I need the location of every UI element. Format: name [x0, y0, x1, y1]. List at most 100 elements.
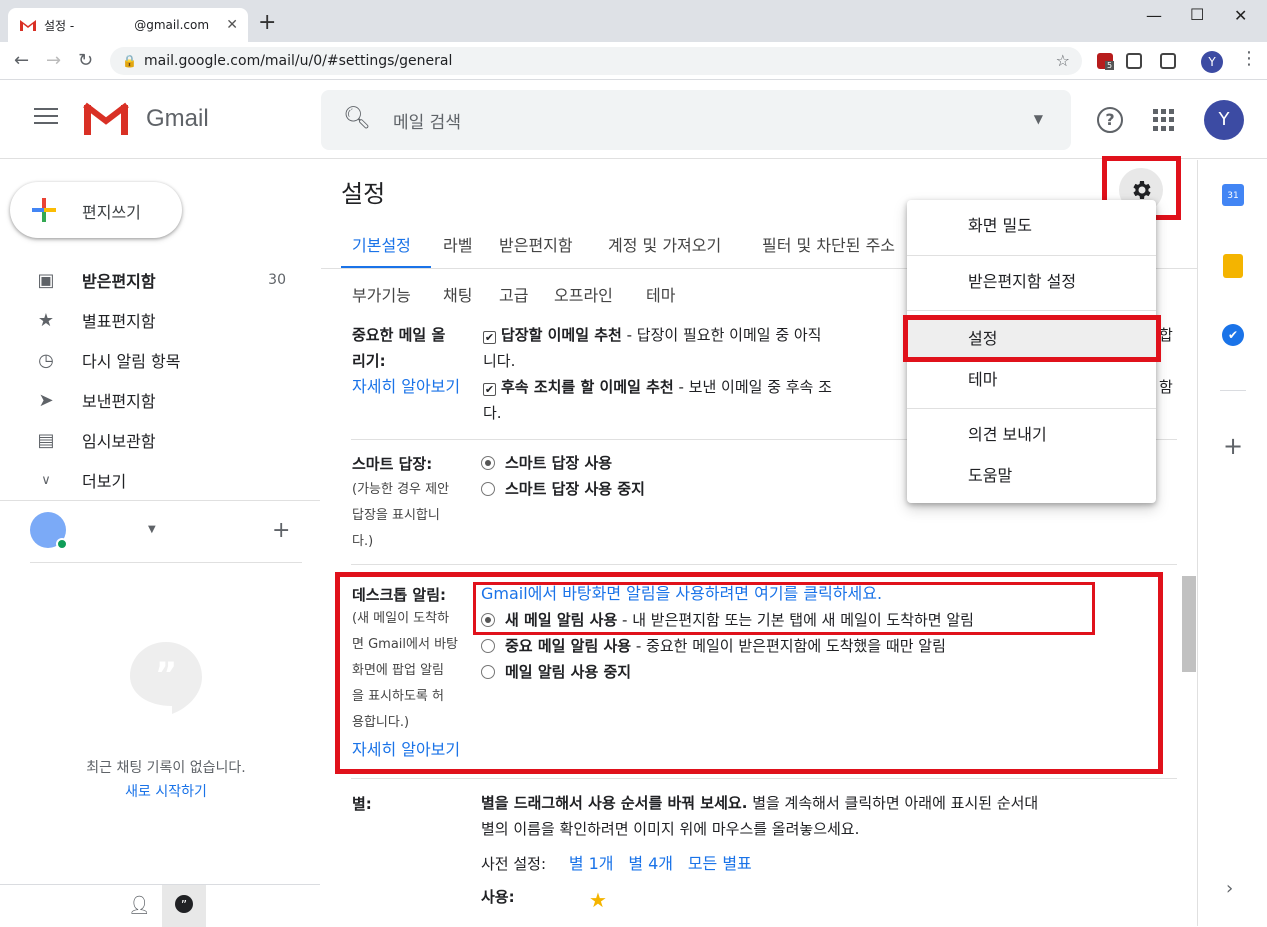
- tab-general[interactable]: 기본설정: [352, 232, 411, 256]
- account-avatar[interactable]: Y: [1204, 100, 1244, 140]
- sidebar-item-label: 별표편지함: [82, 312, 156, 331]
- radio-selected-icon[interactable]: [481, 456, 495, 470]
- presets-label: 사전 설정:: [481, 855, 547, 873]
- chat-divider: [30, 562, 302, 563]
- chrome-profile-avatar[interactable]: Y: [1201, 51, 1223, 73]
- tab-filters[interactable]: 필터 및 차단된 주소: [762, 232, 895, 256]
- compose-plus-icon: [32, 198, 56, 222]
- smart-reply-desc: 다.): [352, 534, 374, 549]
- tasks-icon[interactable]: ✔: [1222, 324, 1244, 346]
- scrollbar-thumb[interactable]: [1182, 576, 1196, 672]
- smart-reply-off-option[interactable]: 스마트 답장 사용 중지: [481, 476, 645, 502]
- sidebar-item-drafts[interactable]: ▤ 임시보관함: [0, 424, 304, 456]
- extension-keep-icon[interactable]: [1160, 53, 1176, 69]
- tab-inbox[interactable]: 받은편지함: [499, 232, 573, 256]
- reload-icon[interactable]: ↻: [78, 50, 93, 71]
- search-icon[interactable]: 🔍︎: [343, 106, 371, 131]
- tab-chat[interactable]: 채팅: [443, 282, 472, 306]
- tab-offline[interactable]: 오프라인: [554, 282, 613, 306]
- sidebar-item-inbox[interactable]: ▣ 받은편지함 30: [0, 264, 304, 296]
- sidebar-item-starred[interactable]: ★ 별표편지함: [0, 304, 304, 336]
- option-desc-tail: 함: [1159, 378, 1173, 396]
- menu-item-inbox-settings[interactable]: 받은편지함 설정: [907, 262, 1156, 302]
- start-chat-link[interactable]: 새로 시작하기: [0, 781, 332, 801]
- tab-accounts[interactable]: 계정 및 가져오기: [608, 232, 721, 256]
- tab-addons[interactable]: 부가기능: [352, 282, 411, 306]
- lock-icon: 🔒: [122, 54, 137, 68]
- tab-email: @gmail.com: [134, 18, 210, 32]
- menu-divider: [907, 310, 1156, 311]
- tab-labels[interactable]: 라벨: [443, 232, 472, 256]
- hangouts-status-caret-icon[interactable]: ▼: [148, 524, 156, 535]
- add-chat-icon[interactable]: +: [272, 518, 290, 543]
- checkbox-checked-icon[interactable]: ✔: [483, 383, 496, 396]
- tab-themes[interactable]: 테마: [646, 282, 675, 306]
- checkbox-checked-icon[interactable]: ✔: [483, 331, 496, 344]
- nudge-label-line: 리기:: [352, 352, 386, 370]
- menu-item-send-feedback[interactable]: 의견 보내기: [907, 415, 1156, 455]
- forward-icon[interactable]: →: [46, 50, 61, 71]
- main-menu-icon[interactable]: [34, 108, 58, 126]
- preset-4-stars-link[interactable]: 별 4개: [628, 854, 673, 873]
- preset-1-star-link[interactable]: 별 1개: [569, 854, 614, 873]
- contacts-icon[interactable]: 👤︎: [128, 895, 151, 916]
- back-icon[interactable]: ←: [14, 50, 29, 71]
- compose-button[interactable]: 편지쓰기: [10, 182, 182, 238]
- window-close-icon[interactable]: ✕: [1234, 6, 1247, 25]
- keep-icon[interactable]: [1223, 254, 1243, 278]
- extension-badge: 5: [1105, 61, 1115, 70]
- menu-divider: [907, 255, 1156, 256]
- sidebar-item-label: 보낸편지함: [82, 392, 156, 411]
- tab-advanced[interactable]: 고급: [499, 282, 528, 306]
- maximize-icon[interactable]: ☐: [1190, 5, 1204, 24]
- enable-notif-highlight-box: [473, 582, 1095, 635]
- menu-item-themes[interactable]: 테마: [907, 360, 1156, 400]
- option-title: 스마트 답장 사용: [505, 454, 613, 472]
- nudge-learn-more-link[interactable]: 자세히 알아보기: [352, 374, 460, 400]
- sidebar-item-label: 받은편지함: [82, 272, 156, 291]
- clock-icon: ◷: [38, 349, 54, 371]
- row-divider: [351, 564, 1177, 565]
- help-icon[interactable]: ?: [1097, 107, 1123, 133]
- search-options-icon[interactable]: ▼: [1034, 112, 1043, 126]
- draft-icon: ▤: [37, 429, 55, 451]
- smart-reply-on-option[interactable]: 스마트 답장 사용: [481, 450, 645, 476]
- browser-toolbar: ← → ↻ 🔒 mail.google.com/mail/u/0/#settin…: [0, 42, 1267, 80]
- tab-close-icon[interactable]: ✕: [226, 17, 238, 33]
- sidebar-item-snoozed[interactable]: ◷ 다시 알림 항목: [0, 344, 304, 376]
- radio-unselected-icon[interactable]: [481, 482, 495, 496]
- calendar-icon[interactable]: 31: [1222, 184, 1244, 206]
- extension-qr-icon[interactable]: [1126, 53, 1142, 69]
- search-bar[interactable]: 🔍︎ 메일 검색 ▼: [321, 90, 1071, 150]
- search-input[interactable]: 메일 검색: [393, 108, 461, 133]
- menu-item-display-density[interactable]: 화면 밀도: [907, 206, 1156, 246]
- extension-ublock-icon[interactable]: 5: [1097, 53, 1115, 70]
- option-title: 후속 조치를 할 이메일 추천: [501, 378, 674, 396]
- new-tab-button[interactable]: +: [258, 10, 276, 35]
- address-bar[interactable]: 🔒 mail.google.com/mail/u/0/#settings/gen…: [110, 47, 1082, 75]
- sidebar-bottom-bar: 👤︎ ”: [0, 884, 320, 927]
- expand-panel-icon[interactable]: ›: [1226, 878, 1233, 899]
- hangouts-tab[interactable]: ”: [162, 885, 206, 927]
- stars-label: 별:: [352, 795, 372, 813]
- star-icon: ★: [37, 309, 55, 331]
- gmail-header: Gmail 🔍︎ 메일 검색 ▼ ? Y: [0, 81, 1267, 159]
- preset-all-stars-link[interactable]: 모든 별표: [688, 854, 752, 873]
- hangouts-user-avatar[interactable]: [30, 512, 68, 550]
- stars-instruction: 별을 드래그해서 사용 순서를 바꿔 보세요. 별을 계속해서 클릭하면 아래에…: [481, 790, 1197, 816]
- bookmark-star-icon[interactable]: ☆: [1056, 47, 1070, 75]
- svg-text:”: ”: [155, 655, 177, 695]
- sidebar-item-label: 더보기: [82, 472, 127, 491]
- browser-tab[interactable]: 설정 - @gmail.com ✕: [8, 8, 248, 42]
- chrome-menu-icon[interactable]: ⋮: [1240, 48, 1258, 69]
- inbox-icon: ▣: [37, 269, 55, 291]
- sidebar-item-more[interactable]: ∨ 더보기: [0, 464, 304, 496]
- apps-grid-icon[interactable]: [1153, 109, 1175, 131]
- sidebar-item-sent[interactable]: ➤ 보낸편지함: [0, 384, 304, 416]
- gmail-favicon-icon: [20, 20, 36, 31]
- settings-menu-highlight-box: [903, 315, 1161, 362]
- yellow-star-icon[interactable]: ★: [589, 888, 607, 912]
- minimize-icon[interactable]: —: [1146, 6, 1162, 25]
- get-addons-icon[interactable]: +: [1223, 432, 1243, 460]
- menu-item-help[interactable]: 도움말: [907, 456, 1156, 496]
